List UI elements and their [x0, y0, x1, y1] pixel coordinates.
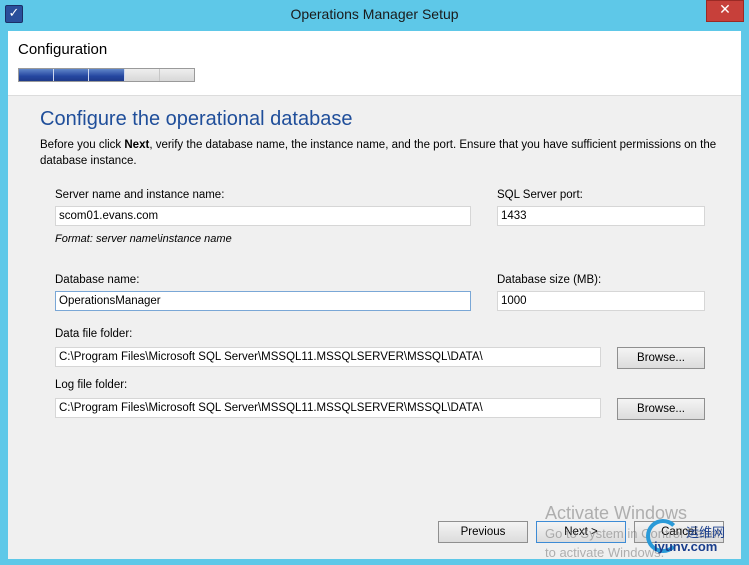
- log-folder-label: Log file folder:: [55, 379, 128, 391]
- sql-port-label: SQL Server port:: [497, 189, 583, 201]
- description-prefix: Before you click: [40, 139, 125, 151]
- data-folder-input[interactable]: C:\Program Files\Microsoft SQL Server\MS…: [55, 347, 601, 367]
- page-description: Before you click Next, verify the databa…: [40, 137, 730, 169]
- activation-watermark-line2: to activate Windows.: [545, 545, 665, 560]
- close-button[interactable]: ✕: [706, 0, 744, 22]
- section-title: Configuration: [18, 41, 108, 58]
- progress-segment-1: [19, 69, 55, 81]
- log-folder-browse-button[interactable]: Browse...: [617, 398, 705, 420]
- server-format-note: Format: server name\instance name: [55, 233, 232, 245]
- progress-segment-2: [54, 69, 90, 81]
- log-folder-input[interactable]: C:\Program Files\Microsoft SQL Server\MS…: [55, 398, 601, 418]
- progress-segment-4: [124, 69, 160, 81]
- server-name-label: Server name and instance name:: [55, 189, 225, 201]
- progress-segment-3: [89, 69, 125, 81]
- page-heading: Configure the operational database: [40, 108, 353, 130]
- database-name-label: Database name:: [55, 274, 140, 286]
- setup-window: ✓ Operations Manager Setup ✕ Configurati…: [0, 0, 749, 565]
- wizard-header: Configuration: [8, 31, 741, 95]
- server-name-input[interactable]: scom01.evans.com: [55, 206, 471, 226]
- title-bar[interactable]: ✓ Operations Manager Setup ✕: [0, 0, 749, 30]
- window-title: Operations Manager Setup: [290, 6, 459, 22]
- site-logo-text: iyunv.com: [654, 539, 718, 554]
- previous-button[interactable]: Previous: [438, 521, 528, 543]
- data-folder-label: Data file folder:: [55, 328, 133, 340]
- sql-port-input[interactable]: 1433: [497, 206, 705, 226]
- database-name-input[interactable]: OperationsManager: [55, 291, 471, 311]
- database-size-input[interactable]: 1000: [497, 291, 705, 311]
- database-size-label: Database size (MB):: [497, 274, 602, 286]
- wizard-client-area: Configuration Configure the operational …: [8, 31, 741, 560]
- description-bold: Next: [124, 139, 150, 151]
- progress-segment-5: [159, 69, 195, 81]
- progress-bar: [18, 68, 195, 82]
- wizard-content: Configure the operational database Befor…: [8, 95, 741, 560]
- data-folder-browse-button[interactable]: Browse...: [617, 347, 705, 369]
